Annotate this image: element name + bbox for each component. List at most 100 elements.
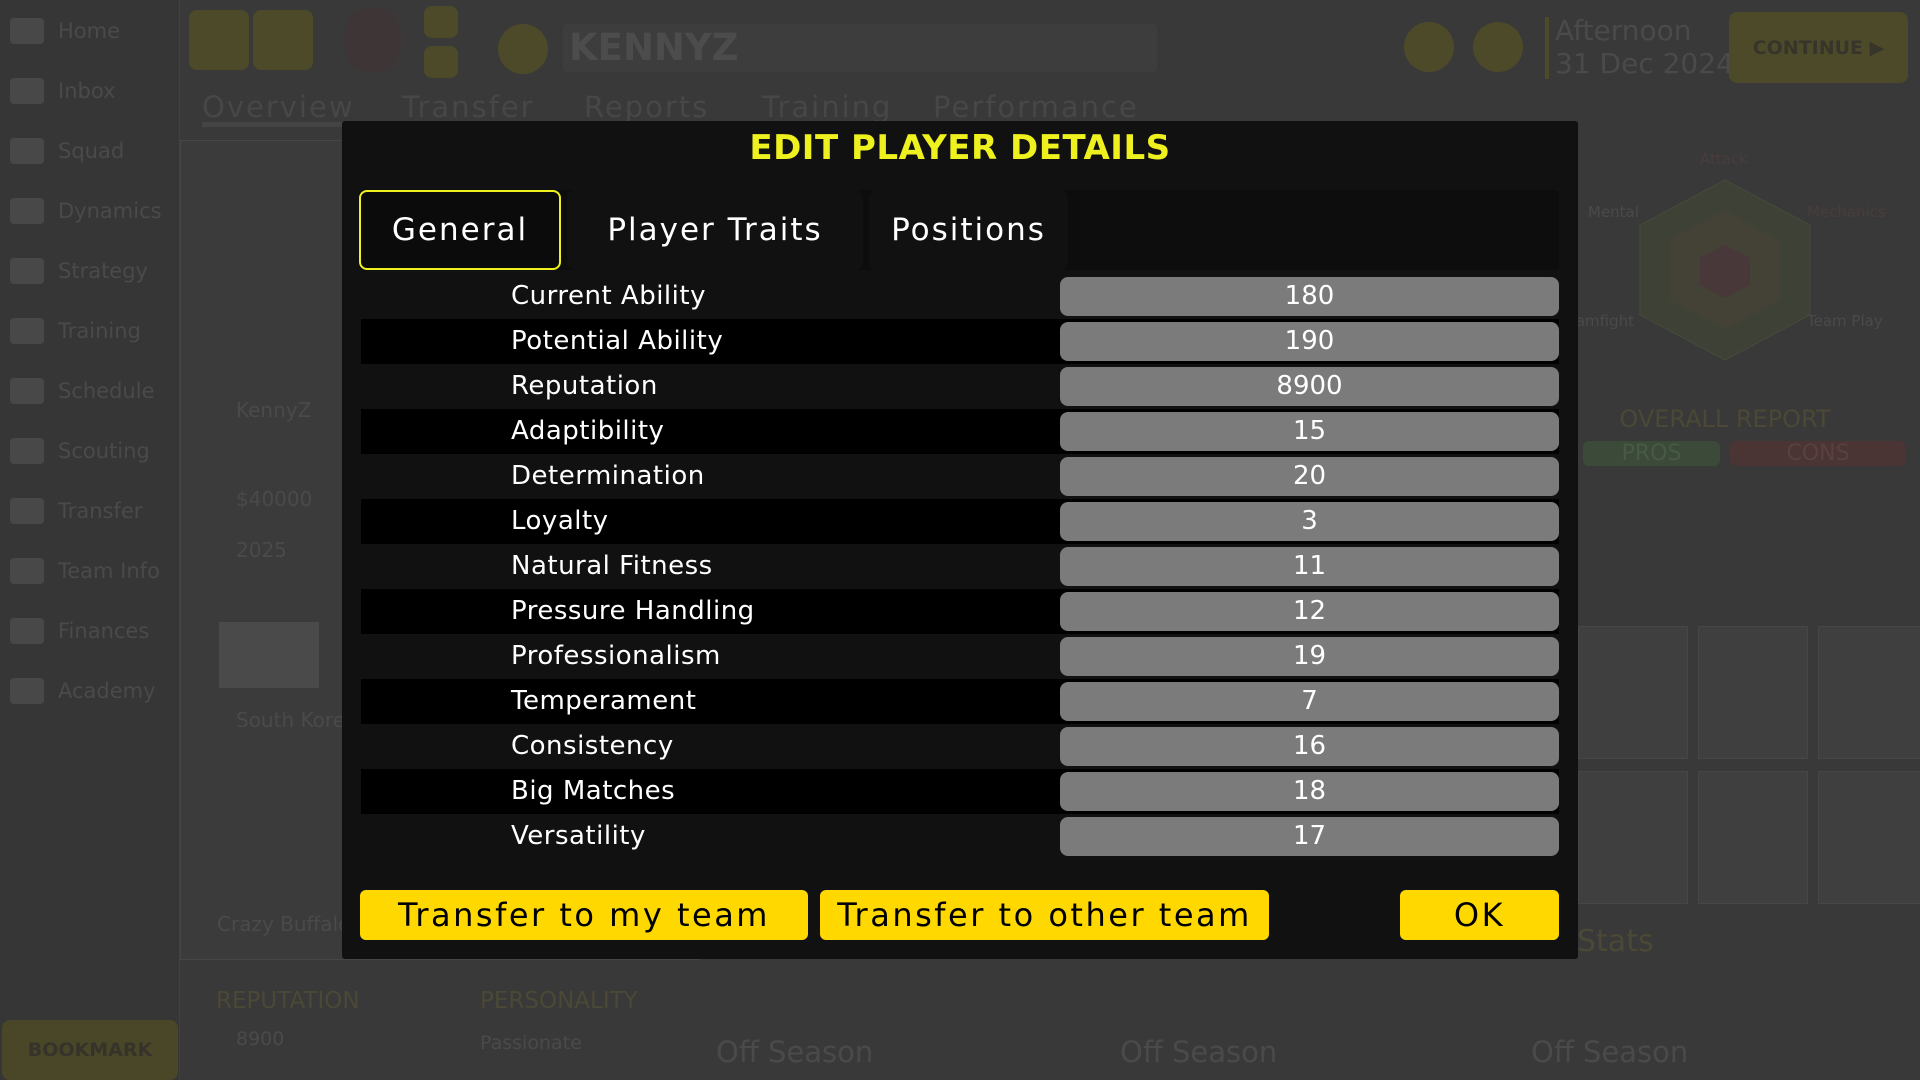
attribute-label: Natural Fitness	[511, 551, 713, 581]
sidebar-item-home[interactable]: Home	[0, 11, 180, 51]
attribute-value-input[interactable]: 11	[1060, 547, 1559, 586]
attribute-value-input[interactable]: 180	[1060, 277, 1559, 316]
prev-player-button[interactable]	[189, 10, 249, 70]
sidebar-item-scouting[interactable]: Scouting	[0, 431, 180, 471]
player-card[interactable]	[1698, 771, 1808, 904]
scroll-up-button[interactable]	[424, 6, 458, 38]
mail-icon	[10, 78, 44, 104]
attribute-label: Pressure Handling	[511, 596, 755, 626]
player-card[interactable]	[1818, 771, 1920, 904]
training-icon	[10, 318, 44, 344]
academy-icon	[10, 678, 44, 704]
reputation-value: 8900	[236, 1028, 285, 1050]
attribute-value-input[interactable]: 16	[1060, 727, 1559, 766]
dynamics-icon	[10, 198, 44, 224]
attribute-value-input[interactable]: 20	[1060, 457, 1559, 496]
transfer-to-my-team-button[interactable]: Transfer to my team	[360, 890, 808, 940]
continue-button[interactable]: CONTINUE ▶	[1729, 12, 1908, 83]
edit-pencil-icon[interactable]	[1404, 22, 1454, 72]
sidebar-item-label: Training	[58, 319, 141, 343]
tab-performance[interactable]: Performance	[933, 90, 1139, 124]
sidebar-item-label: Home	[58, 19, 121, 43]
player-card[interactable]	[1578, 771, 1688, 904]
sidebar-item-finances[interactable]: Finances	[0, 611, 180, 651]
player-team: Crazy Buffalo	[217, 912, 351, 936]
scroll-down-button[interactable]	[424, 46, 458, 78]
attribute-row: Reputation 8900	[361, 364, 1559, 409]
attribute-row: Professionalism 19	[361, 634, 1559, 679]
player-card[interactable]	[1578, 626, 1688, 759]
tab-reports[interactable]: Reports	[584, 90, 709, 124]
attribute-row: Temperament 7	[361, 679, 1559, 724]
attribute-label: Big Matches	[511, 776, 676, 806]
radar-chart	[1639, 179, 1811, 361]
attribute-value-input[interactable]: 3	[1060, 502, 1559, 541]
sidebar-item-inbox[interactable]: Inbox	[0, 71, 180, 111]
search-icon[interactable]	[498, 24, 548, 74]
divider	[1545, 17, 1549, 79]
bookmark-button[interactable]: BOOKMARK	[2, 1020, 178, 1080]
pros-label: PROS	[1583, 441, 1720, 466]
home-icon	[10, 18, 44, 44]
sidebar-item-label: Schedule	[58, 379, 155, 403]
attribute-value-input[interactable]: 17	[1060, 817, 1559, 856]
attribute-label: Loyalty	[511, 506, 609, 536]
attribute-label: Temperament	[511, 686, 697, 716]
shield-icon	[10, 558, 44, 584]
sidebar-item-transfer[interactable]: Transfer	[0, 491, 180, 531]
player-card[interactable]	[1818, 626, 1920, 759]
finances-icon	[10, 618, 44, 644]
current-date: 31 Dec 2024	[1555, 47, 1734, 80]
attribute-label: Determination	[511, 461, 705, 491]
sidebar-item-academy[interactable]: Academy	[0, 671, 180, 711]
tab-transfer[interactable]: Transfer	[402, 90, 535, 124]
sidebar-item-strategy[interactable]: Strategy	[0, 251, 180, 291]
radar-label-teamplay: Team Play	[1807, 312, 1883, 330]
attribute-label: Professionalism	[511, 641, 721, 671]
attribute-value-input[interactable]: 190	[1060, 322, 1559, 361]
radar-label-mechanics: Mechanics	[1807, 203, 1886, 221]
tab-training[interactable]: Training	[762, 90, 892, 124]
player-contract: 2025	[236, 538, 287, 562]
next-player-button[interactable]	[253, 10, 313, 70]
player-card[interactable]	[1698, 626, 1808, 759]
attribute-value-input[interactable]: 7	[1060, 682, 1559, 721]
attribute-row: Adaptibility 15	[361, 409, 1559, 454]
sidebar-item-team-info[interactable]: Team Info	[0, 551, 180, 591]
sidebar-item-training[interactable]: Training	[0, 311, 180, 351]
sidebar-item-label: Inbox	[58, 79, 116, 103]
team-logo	[345, 8, 401, 72]
attribute-row: Determination 20	[361, 454, 1559, 499]
attribute-value-input[interactable]: 8900	[1060, 367, 1559, 406]
tab-general[interactable]: General	[359, 190, 561, 270]
sidebar-item-dynamics[interactable]: Dynamics	[0, 191, 180, 231]
tab-player-traits[interactable]: Player Traits	[567, 190, 863, 270]
attribute-value-input[interactable]: 15	[1060, 412, 1559, 451]
sidebar-item-schedule[interactable]: Schedule	[0, 371, 180, 411]
attribute-label: Adaptibility	[511, 416, 665, 446]
tab-overview[interactable]: Overview	[202, 90, 355, 124]
time-of-day: Afternoon	[1555, 14, 1692, 47]
continue-label: CONTINUE	[1752, 36, 1864, 59]
sidebar-item-label: Academy	[58, 679, 156, 703]
attribute-value-input[interactable]: 19	[1060, 637, 1559, 676]
ok-button[interactable]: OK	[1400, 890, 1559, 940]
edit-player-dialog: General Player Traits Positions Current Ab…	[342, 121, 1578, 959]
attribute-value-input[interactable]: 12	[1060, 592, 1559, 631]
radar-label-mental: Mental	[1588, 203, 1639, 221]
attribute-row: Loyalty 3	[361, 499, 1559, 544]
transfer-icon	[10, 498, 44, 524]
attribute-value-input[interactable]: 18	[1060, 772, 1559, 811]
tab-positions[interactable]: Positions	[869, 190, 1068, 270]
search-input[interactable]: KENNYZ	[563, 24, 1157, 72]
transfer-to-other-team-button[interactable]: Transfer to other team	[820, 890, 1269, 940]
personality-value: Passionate	[480, 1032, 582, 1054]
attribute-row: Natural Fitness 11	[361, 544, 1559, 589]
personality-label: PERSONALITY	[480, 988, 638, 1014]
sidebar-item-label: Strategy	[58, 259, 148, 283]
player-value: $40000	[236, 487, 313, 511]
sidebar-item-label: Team Info	[58, 559, 160, 583]
attribute-row: Current Ability 180	[361, 274, 1559, 319]
gear-icon[interactable]	[1473, 22, 1523, 72]
attribute-row: Consistency 16	[361, 724, 1559, 769]
